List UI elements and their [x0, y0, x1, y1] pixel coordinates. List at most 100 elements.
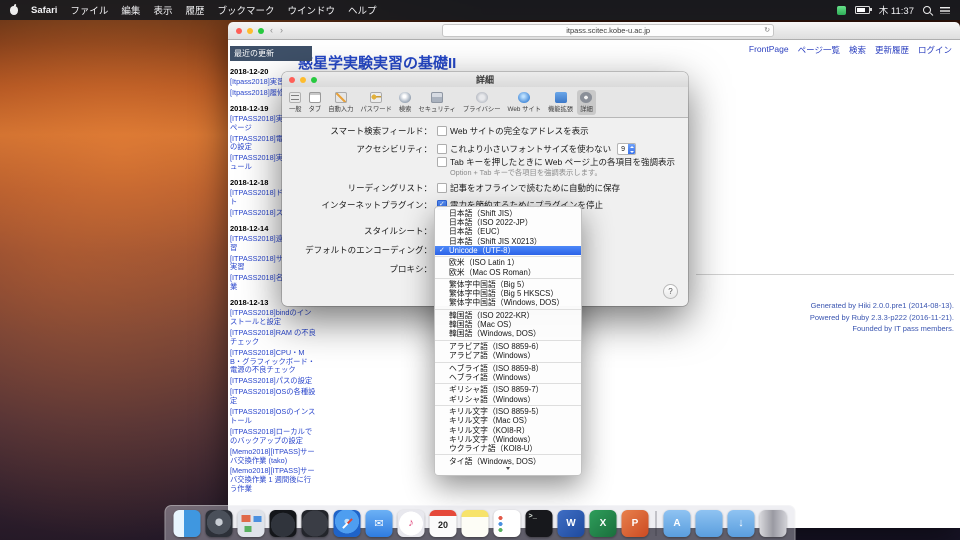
zoom-button[interactable] — [258, 28, 264, 34]
checkbox-tab-highlight[interactable] — [437, 157, 447, 167]
encoding-option[interactable]: ギリシャ語（Windows） — [435, 395, 581, 404]
dock-terminal-icon[interactable] — [526, 510, 553, 537]
dock-dashboard-icon[interactable] — [270, 510, 297, 537]
dock-finder-icon[interactable] — [174, 510, 201, 537]
encoding-option[interactable]: アラビア語（Windows） — [435, 351, 581, 360]
sidebar-link[interactable]: [ITPASS2018]OSの各種設定 — [230, 388, 316, 406]
dock-documents-folder-icon[interactable] — [696, 510, 723, 537]
menu-edit[interactable]: 編集 — [121, 3, 140, 17]
pref-tab-extensions[interactable]: 機能拡張 — [545, 90, 576, 115]
dock-itunes-icon[interactable] — [398, 510, 425, 537]
encoding-option[interactable]: 欧米（ISO Latin 1） — [435, 258, 581, 267]
dock-applications-folder-icon[interactable]: A — [664, 510, 691, 537]
prefs-close-button[interactable] — [289, 77, 295, 83]
sidebar-link[interactable]: [ITPASS2018]RAM の不良チェック — [230, 329, 316, 347]
dock-mail-icon[interactable] — [366, 510, 393, 537]
nav-frontpage[interactable]: FrontPage — [749, 44, 789, 56]
checkbox-min-font-size[interactable] — [437, 144, 447, 154]
preferences-titlebar[interactable]: 詳細 — [282, 72, 688, 87]
encoding-option[interactable]: 日本語（Shift JIS） — [435, 209, 581, 218]
prefs-zoom-button[interactable] — [311, 77, 317, 83]
encoding-option[interactable]: タイ語（Windows, DOS） — [435, 457, 581, 466]
encoding-option[interactable]: 日本語（Shift JIS X0213） — [435, 237, 581, 246]
encoding-option[interactable]: 韓国語（Windows, DOS） — [435, 329, 581, 338]
minimize-button[interactable] — [247, 28, 253, 34]
encoding-option[interactable]: キリル文字（Mac OS） — [435, 416, 581, 425]
dock-notes-icon[interactable] — [462, 510, 489, 537]
font-size-select[interactable]: 9 — [617, 143, 636, 155]
encoding-option[interactable]: 繁体字中国語（Windows, DOS） — [435, 298, 581, 307]
encoding-option[interactable]: キリル文字（KOI8-R） — [435, 426, 581, 435]
sidebar-link[interactable]: [Memo2018][ITPASS]サーバ交換作業 1 週間後に行う作業 — [230, 467, 316, 494]
nav-update-history[interactable]: 更新履歴 — [875, 44, 909, 56]
sidebar-link[interactable]: [ITPASS2018]bindのインストールと設定 — [230, 309, 316, 327]
menu-window[interactable]: ウインドウ — [287, 3, 335, 17]
sidebar-link[interactable]: [ITPASS2018]CPU・MB・グラフィックボード・電源の不良チェック — [230, 349, 316, 376]
menu-file[interactable]: ファイル — [70, 3, 108, 17]
encoding-option[interactable]: 日本語（ISO 2022-JP） — [435, 218, 581, 227]
sidebar-link[interactable]: [ITPASS2018]OSのインストール — [230, 408, 316, 426]
encoding-option[interactable]: 繁体字中国語（Big 5 HKSCS） — [435, 289, 581, 298]
dock-powerpoint-icon[interactable]: P — [622, 510, 649, 537]
dock-reminders-icon[interactable] — [494, 510, 521, 537]
dock-word-icon[interactable]: W — [558, 510, 585, 537]
notification-center-icon[interactable] — [940, 6, 950, 14]
encoding-option[interactable]: 韓国語（ISO 2022-KR） — [435, 311, 581, 320]
dock-calendar-icon[interactable]: 20 — [430, 510, 457, 537]
dock-photos-icon[interactable] — [302, 510, 329, 537]
encoding-option[interactable]: ヘブライ語（ISO 8859-8） — [435, 364, 581, 373]
nav-login[interactable]: ログイン — [918, 44, 952, 56]
dock-downloads-icon[interactable] — [728, 510, 755, 537]
spotlight-icon[interactable] — [923, 6, 931, 14]
encoding-option[interactable]: キリル文字（ISO 8859-5） — [435, 407, 581, 416]
encoding-option-selected[interactable]: Unicode（UTF-8） — [435, 246, 581, 255]
checkbox-offline-reading[interactable] — [437, 183, 447, 193]
menu-help[interactable]: ヘルプ — [348, 3, 377, 17]
nav-page-list[interactable]: ページ一覧 — [798, 44, 840, 56]
accessibility-label: アクセシビリティ： — [282, 143, 432, 155]
sidebar-link[interactable]: [Memo2018][ITPASS]サーバ交換作業 (tako) — [230, 448, 316, 466]
sidebar-link[interactable]: [ITPASS2018]パスの設定 — [230, 377, 316, 386]
dock-excel-icon[interactable]: X — [590, 510, 617, 537]
battery-icon[interactable] — [855, 6, 870, 14]
pref-tab-security[interactable]: セキュリティ — [415, 90, 458, 115]
status-green-icon[interactable] — [837, 6, 846, 15]
dock-launchpad-icon[interactable] — [206, 510, 233, 537]
menu-bookmarks[interactable]: ブックマーク — [217, 3, 274, 17]
encoding-option[interactable]: 欧米（Mac OS Roman） — [435, 268, 581, 277]
encoding-option[interactable]: アラビア語（ISO 8859-6） — [435, 342, 581, 351]
menubar-clock[interactable]: 木 11:37 — [879, 3, 914, 17]
reload-icon[interactable]: ↻ — [764, 25, 770, 36]
pref-tab-search[interactable]: 検索 — [396, 90, 415, 115]
pref-tab-advanced[interactable]: 詳細 — [577, 90, 596, 115]
pref-tab-autofill[interactable]: 自動入力 — [325, 90, 356, 115]
menu-view[interactable]: 表示 — [153, 3, 172, 17]
forward-button[interactable]: › — [280, 26, 283, 35]
apple-logo[interactable] — [10, 6, 18, 15]
help-button[interactable]: ? — [663, 284, 678, 299]
back-button[interactable]: ‹ — [270, 26, 273, 35]
prefs-minimize-button[interactable] — [300, 77, 306, 83]
pref-tab-privacy[interactable]: プライバシー — [460, 90, 504, 115]
address-bar[interactable]: itpass.scitec.kobe-u.ac.jp ↻ — [442, 24, 774, 37]
dock-safari-icon[interactable] — [334, 510, 361, 537]
dock-trash-icon[interactable] — [760, 510, 787, 537]
sidebar-link[interactable]: [ITPASS2018]ローカルでのバックアップの設定 — [230, 428, 316, 446]
encoding-option[interactable]: ギリシャ語（ISO 8859-7） — [435, 385, 581, 394]
checkbox-show-full-address[interactable] — [437, 126, 447, 136]
encoding-option[interactable]: 韓国語（Mac OS） — [435, 320, 581, 329]
encoding-option[interactable]: 繁体字中国語（Big 5） — [435, 280, 581, 289]
dock-mission-control-icon[interactable] — [238, 510, 265, 537]
pref-tab-websites[interactable]: Web サイト — [505, 90, 544, 115]
pref-tab-passwords[interactable]: パスワード — [357, 90, 394, 115]
menu-history[interactable]: 履歴 — [185, 3, 204, 17]
pref-tab-general[interactable]: 一般 — [286, 90, 305, 115]
menu-safari[interactable]: Safari — [31, 5, 57, 16]
nav-search[interactable]: 検索 — [849, 44, 866, 56]
encoding-option[interactable]: キリル文字（Windows） — [435, 435, 581, 444]
close-button[interactable] — [236, 28, 242, 34]
encoding-option[interactable]: ウクライナ語（KOI8-U） — [435, 444, 581, 453]
encoding-option[interactable]: 日本語（EUC） — [435, 227, 581, 236]
pref-tab-tabs[interactable]: タブ — [306, 90, 325, 115]
encoding-option[interactable]: ヘブライ語（Windows） — [435, 373, 581, 382]
